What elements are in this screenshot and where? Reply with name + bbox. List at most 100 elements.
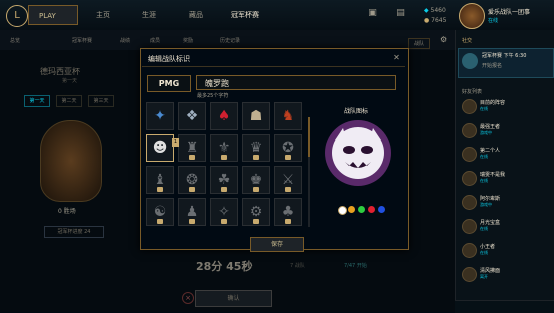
friend-name: 目前的阵容 — [480, 100, 506, 106]
icon-option[interactable]: ♝ — [146, 166, 174, 194]
list-item[interactable]: 阿尔卑斯 游戏中 — [460, 194, 552, 210]
friend-status: 离开 — [480, 274, 488, 279]
color-swatch[interactable] — [368, 206, 375, 213]
lock-icon — [253, 155, 259, 160]
icon-option[interactable]: ✦ — [146, 102, 174, 130]
list-item[interactable]: 最强王者 游戏中 — [460, 122, 552, 138]
friend-status: 游戏中 — [480, 130, 492, 135]
icon-option[interactable]: ☯ — [146, 198, 174, 226]
list-item[interactable]: 瑞雯不是我 在线 — [460, 170, 552, 186]
social-footer — [455, 300, 554, 313]
nav-tab-clash[interactable]: 冠军杯赛 — [231, 10, 259, 20]
friend-avatar — [462, 267, 477, 282]
info-right: 7/47 开始 — [344, 263, 367, 269]
lock-icon — [285, 187, 291, 192]
info-left: 7 战队 — [290, 263, 305, 269]
list-item[interactable]: 小王者 在线 — [460, 242, 552, 258]
inventory-icon[interactable]: ▤ — [395, 8, 406, 19]
trophy-icon — [40, 120, 102, 202]
lock-icon — [189, 219, 195, 224]
list-item[interactable]: 目前的阵容 在线 — [460, 98, 552, 114]
color-swatch[interactable] — [378, 206, 385, 213]
friend-avatar — [462, 219, 477, 234]
play-button[interactable]: PLAY — [28, 5, 78, 25]
icon-option-selected[interactable]: ☻ — [146, 134, 174, 162]
icon-option[interactable]: ♛ — [242, 134, 270, 162]
lock-icon — [221, 187, 227, 192]
icon-option[interactable]: ☗ — [242, 102, 270, 130]
league-logo-icon[interactable]: L — [6, 5, 28, 27]
blue-essence-value: 5460 — [430, 7, 446, 14]
icon-option[interactable]: ✧ — [210, 198, 238, 226]
list-item[interactable]: 月光宝盒 在线 — [460, 218, 552, 234]
team-tag-field[interactable]: PMG — [147, 75, 191, 92]
wins-count: 0 胜场 — [58, 208, 76, 215]
close-icon[interactable]: × — [182, 292, 194, 304]
save-button[interactable]: 保存 — [250, 237, 304, 252]
nav-tab-profile[interactable]: 生涯 — [142, 10, 156, 20]
icon-option[interactable]: ♠ — [210, 102, 238, 130]
countdown-timer: 28分 45秒 — [196, 260, 253, 273]
icon-grid: ✦ ❖ ♠ ☗ ♞ ☻ ♜ ⚜ ♛ ✪ ♝ ❂ ☘ ♚ ⚔ ☯ ♟ ✧ ⚙ ♣ — [146, 102, 306, 232]
divider — [142, 66, 405, 67]
close-icon[interactable]: ✕ — [392, 53, 401, 62]
subtab-record[interactable]: 战绩 — [120, 37, 130, 44]
color-swatch[interactable] — [338, 206, 347, 215]
icon-option[interactable]: ❖ — [178, 102, 206, 130]
team-name-field[interactable]: 魄罗跑 — [196, 75, 396, 90]
friends-header[interactable]: 好友列表 — [462, 88, 482, 95]
friend-name: 第二个人 — [480, 148, 501, 154]
poro-emblem-icon — [325, 120, 391, 186]
subtab-clash[interactable]: 冠军杯赛 — [72, 37, 92, 44]
settings-gear-icon[interactable]: ⚙ — [440, 35, 450, 45]
avatar[interactable] — [459, 3, 485, 29]
subtab-members[interactable]: 成员 — [150, 37, 160, 44]
confirm-button[interactable]: 确认 — [195, 290, 272, 307]
nav-tab-home[interactable]: 主页 — [96, 10, 110, 20]
team-button[interactable]: 战队 — [408, 38, 431, 49]
icon-option[interactable]: ♣ — [274, 198, 302, 226]
list-item[interactable]: 清风拂面 离开 — [460, 266, 552, 282]
icon-option[interactable]: ⚔ — [274, 166, 302, 194]
lock-icon — [189, 155, 195, 160]
list-item[interactable]: 第二个人 在线 — [460, 146, 552, 162]
icon-option[interactable]: ♟ — [178, 198, 206, 226]
user-status[interactable]: 在线 — [488, 17, 498, 24]
subtab-history[interactable]: 历史记录 — [220, 37, 240, 44]
day-button-1[interactable]: 第一天 — [24, 95, 50, 107]
friend-avatar — [462, 171, 477, 186]
icon-option[interactable]: ♚ — [242, 166, 270, 194]
modal-title: 编辑战队标识 — [148, 55, 190, 63]
name-hint: 最多25个字符 — [197, 93, 229, 99]
selected-badge: 1 — [172, 138, 179, 147]
friend-avatar — [462, 123, 477, 138]
friend-avatar — [462, 147, 477, 162]
subtab-rewards[interactable]: 奖励 — [183, 37, 193, 44]
lock-icon — [253, 219, 259, 224]
icon-option[interactable]: ☘ — [210, 166, 238, 194]
nav-tab-collection[interactable]: 藏品 — [189, 10, 203, 20]
lock-icon — [285, 219, 291, 224]
friend-name: 小王者 — [480, 244, 496, 250]
friend-status: 在线 — [480, 154, 488, 159]
riot-points-value: 7645 — [431, 17, 447, 24]
scrollbar-thumb[interactable] — [308, 117, 310, 157]
friend-name: 瑞雯不是我 — [480, 172, 506, 178]
color-swatch[interactable] — [348, 206, 355, 213]
icon-option[interactable]: ♞ — [274, 102, 302, 130]
friend-status: 在线 — [480, 226, 488, 231]
blue-essence-amount: ◆ 5460 — [424, 7, 446, 14]
icon-option[interactable]: ♜ — [178, 134, 206, 162]
store-icon[interactable]: ▣ — [367, 8, 378, 19]
icon-option[interactable]: ✪ — [274, 134, 302, 162]
day-button-3[interactable]: 第三天 — [88, 95, 114, 107]
icon-option[interactable]: ⚙ — [242, 198, 270, 226]
day-button-2[interactable]: 第二天 — [56, 95, 82, 107]
friend-name: 最强王者 — [480, 124, 501, 130]
friend-avatar — [462, 99, 477, 114]
icon-option[interactable]: ⚜ — [210, 134, 238, 162]
icon-option[interactable]: ❂ — [178, 166, 206, 194]
color-swatch[interactable] — [358, 206, 365, 213]
subtab-overview[interactable]: 总览 — [10, 37, 20, 44]
friend-avatar — [462, 243, 477, 258]
